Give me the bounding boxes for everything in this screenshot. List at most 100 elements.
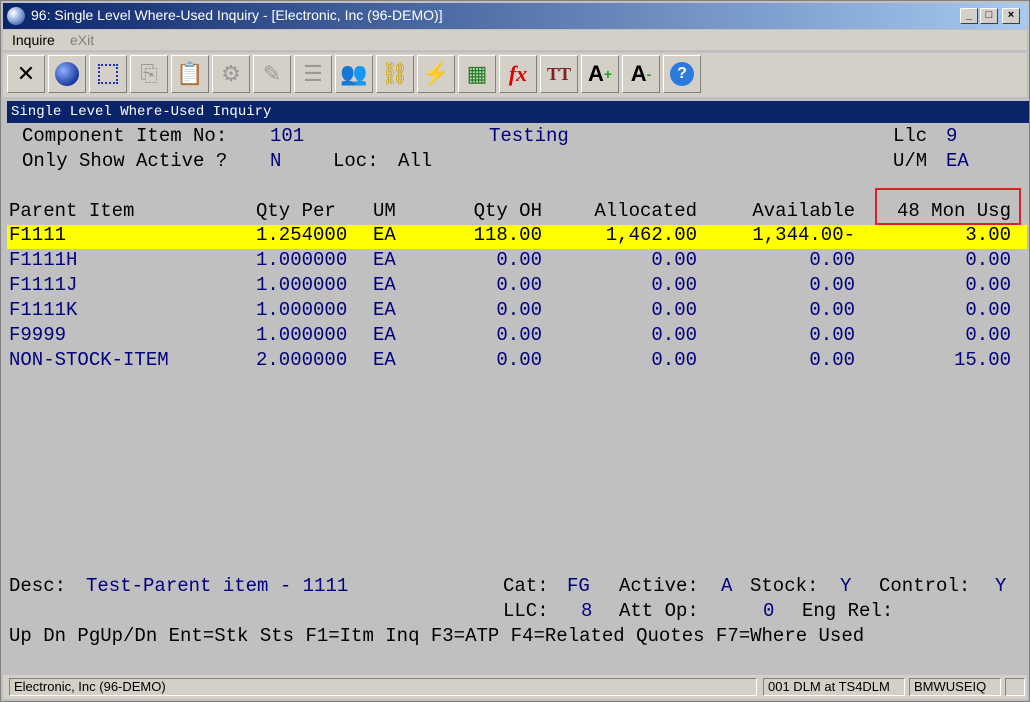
table-cell: 1,344.00- [752, 224, 855, 246]
maximize-button[interactable]: □ [980, 8, 998, 24]
llc-footer-label: LLC: [503, 600, 549, 622]
minus-mark: - [646, 66, 652, 82]
table-cell[interactable]: F1111J [9, 274, 77, 296]
active-label: Only Show Active ? [22, 150, 228, 172]
control-value: Y [995, 575, 1007, 597]
font-shrink-label: A [630, 61, 647, 86]
active-status-label: Active: [619, 575, 699, 597]
table-cell: 0.00 [809, 324, 855, 346]
minimize-button[interactable]: _ [960, 8, 978, 24]
table-cell: 0.00 [809, 349, 855, 371]
col-qty-oh: Qty OH [473, 200, 542, 222]
app-icon [7, 7, 25, 25]
active-status-value: A [721, 575, 733, 597]
menu-inquire[interactable]: Inquire [12, 32, 55, 48]
table-cell: 0.00 [496, 274, 542, 296]
um-value: EA [946, 150, 969, 172]
font-shrink-icon[interactable]: A- [622, 55, 660, 93]
stock-value: Y [840, 575, 852, 597]
cat-label: Cat: [503, 575, 549, 597]
table-cell: 0.00 [809, 274, 855, 296]
screen-header: Single Level Where-Used Inquiry [7, 101, 1029, 123]
function-icon[interactable]: fx [499, 55, 537, 93]
edit-icon[interactable]: ✎ [253, 55, 291, 93]
desc-label: Desc: [9, 575, 67, 597]
table-cell: 2.000000 [256, 349, 348, 371]
table-cell: 0.00 [496, 324, 542, 346]
close-icon[interactable]: ✕ [7, 55, 45, 93]
calendar-icon[interactable]: ▦ [458, 55, 496, 93]
table-cell: EA [373, 324, 396, 346]
copy-icon[interactable]: ⎘ [130, 55, 168, 93]
cat-value: FG [567, 575, 590, 597]
plus-mark: + [603, 66, 613, 82]
table-cell: 0.00 [965, 324, 1011, 346]
window-title: 96: Single Level Where-Used Inquiry - [E… [31, 7, 443, 23]
table-cell: 0.00 [965, 249, 1011, 271]
resize-grip-icon[interactable] [1005, 678, 1025, 696]
llc-value: 9 [946, 125, 958, 147]
loc-label: Loc: [333, 150, 379, 172]
col-um: UM [373, 200, 396, 222]
status-program: BMWUSEIQ [909, 678, 1001, 696]
title-bar: 96: Single Level Where-Used Inquiry - [E… [3, 3, 1027, 29]
status-company: Electronic, Inc (96-DEMO) [9, 678, 757, 696]
function-keys: Up Dn PgUp/Dn Ent=Stk Sts F1=Itm Inq F3=… [9, 625, 865, 647]
table-cell[interactable]: NON-STOCK-ITEM [9, 349, 169, 371]
table-cell: 1.000000 [256, 274, 348, 296]
menu-exit[interactable]: eXit [70, 32, 94, 48]
component-label: Component Item No: [22, 125, 228, 147]
control-label: Control: [879, 575, 971, 597]
list-icon[interactable]: ☰ [294, 55, 332, 93]
table-cell: 0.00 [965, 299, 1011, 321]
component-value[interactable]: 101 [270, 125, 304, 147]
col-allocated: Allocated [594, 200, 697, 222]
help-icon[interactable]: ? [663, 55, 701, 93]
table-cell[interactable]: F1111H [9, 249, 77, 271]
attop-label: Att Op: [619, 600, 699, 622]
select-icon[interactable] [89, 55, 127, 93]
settings-icon[interactable]: ⚙ [212, 55, 250, 93]
font-grow-label: A [587, 61, 604, 86]
link-icon[interactable]: ⛓ [376, 55, 414, 93]
paste-icon[interactable]: 📋 [171, 55, 209, 93]
text-size-icon[interactable]: TT [540, 55, 578, 93]
table-cell: 1,462.00 [605, 224, 697, 246]
table-cell: 0.00 [809, 249, 855, 271]
table-cell: 0.00 [651, 274, 697, 296]
globe-icon[interactable] [48, 55, 86, 93]
table-cell: 0.00 [496, 299, 542, 321]
table-cell: 1.000000 [256, 324, 348, 346]
um-label: U/M [893, 150, 928, 172]
menu-bar: Inquire eXit [3, 30, 1027, 50]
table-cell: 0.00 [651, 299, 697, 321]
engrel-label: Eng Rel: [802, 600, 894, 622]
table-cell[interactable]: F1111 [9, 224, 66, 246]
close-window-button[interactable]: × [1002, 8, 1020, 24]
table-cell: 0.00 [965, 274, 1011, 296]
table-cell[interactable]: F1111K [9, 299, 77, 321]
callout-box [875, 188, 1021, 225]
lightning-icon[interactable]: ⚡ [417, 55, 455, 93]
users-icon[interactable]: 👥 [335, 55, 373, 93]
font-grow-icon[interactable]: A + [581, 55, 619, 93]
app-window: 96: Single Level Where-Used Inquiry - [E… [0, 0, 1030, 702]
loc-value[interactable]: All [398, 150, 432, 172]
table-cell: 0.00 [809, 299, 855, 321]
attop-value: 0 [763, 600, 775, 622]
active-value[interactable]: N [270, 150, 281, 172]
llc-label: Llc [893, 125, 928, 147]
col-parent-item: Parent Item [9, 200, 135, 222]
table-cell: 0.00 [496, 249, 542, 271]
table-cell: 15.00 [953, 349, 1011, 371]
table-cell: 0.00 [651, 324, 697, 346]
table-cell: 0.00 [496, 349, 542, 371]
toolbar: ✕ ⎘ 📋 ⚙ ✎ ☰ 👥 ⛓ ⚡ ▦ fx TT A + A- ? [3, 53, 1027, 97]
stock-label: Stock: [750, 575, 819, 597]
table-cell: 1.000000 [256, 299, 348, 321]
desc-value: Test-Parent item - 1111 [86, 575, 349, 597]
status-bar: Electronic, Inc (96-DEMO) 001 DLM at TS4… [3, 675, 1027, 699]
table-cell[interactable]: F9999 [9, 324, 66, 346]
status-session: 001 DLM at TS4DLM [763, 678, 905, 696]
table-cell: EA [373, 349, 396, 371]
